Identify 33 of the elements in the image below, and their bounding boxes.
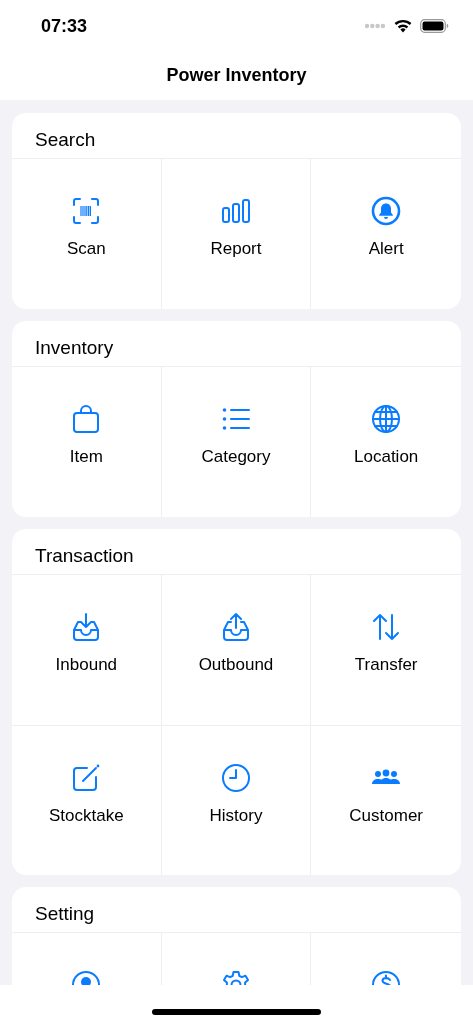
wifi-icon bbox=[394, 19, 412, 33]
menu-tile[interactable]: Item bbox=[12, 367, 162, 517]
globe-icon bbox=[371, 404, 402, 434]
menu-tile[interactable]: Scan bbox=[12, 159, 162, 309]
section-title: Transaction bbox=[35, 544, 134, 568]
gear-icon bbox=[221, 970, 251, 987]
menu-tile[interactable]: Transfer bbox=[311, 575, 461, 725]
nav-title: Power Inventory bbox=[166, 63, 307, 87]
shopping-bag-icon bbox=[71, 404, 102, 434]
section-title: Inventory bbox=[35, 336, 114, 360]
signal-icon bbox=[364, 23, 386, 29]
clock-icon bbox=[221, 763, 251, 793]
edit-square-icon bbox=[71, 763, 102, 793]
bell-icon bbox=[371, 196, 402, 226]
bar-chart-icon bbox=[221, 196, 251, 226]
tray-download-icon bbox=[71, 612, 102, 642]
menu-tile[interactable]: Location bbox=[311, 367, 461, 517]
menu-tile[interactable]: Outbound bbox=[161, 575, 312, 725]
barcode-scan-icon bbox=[71, 196, 102, 226]
tray-upload-icon bbox=[221, 612, 251, 642]
menu-tile[interactable]: Customer bbox=[311, 725, 461, 875]
battery-icon bbox=[420, 19, 449, 33]
menu-tile[interactable]: Inbound bbox=[12, 575, 162, 725]
menu-tile[interactable]: History bbox=[161, 725, 312, 875]
menu-tile[interactable]: Report bbox=[161, 159, 312, 309]
section-title: Search bbox=[35, 128, 96, 152]
menu-tile[interactable]: Alert bbox=[311, 159, 461, 309]
menu-tile[interactable]: Category bbox=[161, 367, 312, 517]
section-title: Setting bbox=[35, 902, 95, 926]
home-indicator[interactable] bbox=[152, 1009, 321, 1015]
menu-tile[interactable]: Stocktake bbox=[12, 725, 162, 875]
swap-arrows-icon bbox=[371, 612, 402, 642]
status-time: 07:33 bbox=[41, 14, 88, 38]
